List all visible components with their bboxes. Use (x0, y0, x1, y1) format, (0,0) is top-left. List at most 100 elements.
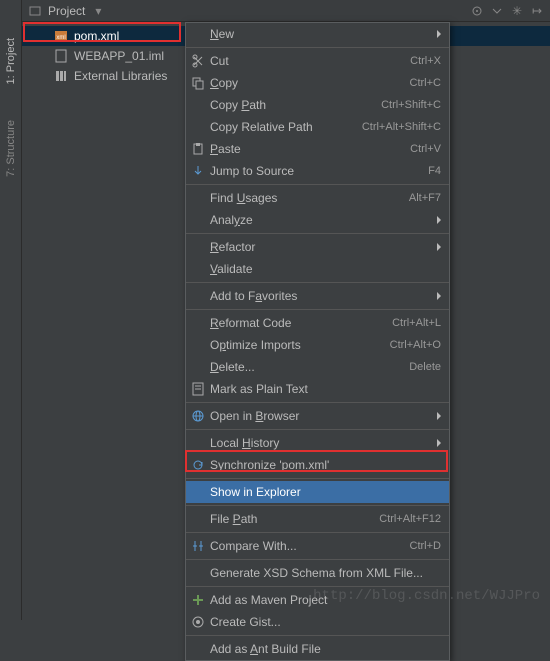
menu-open-in-browser[interactable]: Open in Browser (186, 405, 449, 427)
menu-cut[interactable]: CutCtrl+X (186, 50, 449, 72)
menu-shortcut: Ctrl+Shift+C (381, 99, 441, 111)
panel-icon (28, 4, 42, 18)
menu-separator (186, 282, 449, 283)
menu-separator (186, 233, 449, 234)
tree-item-label: WEBAPP_01.iml (74, 49, 164, 63)
submenu-arrow-icon (437, 292, 441, 300)
context-menu: NewCutCtrl+XCopyCtrl+CCopy PathCtrl+Shif… (185, 22, 450, 661)
menu-new[interactable]: New (186, 23, 449, 45)
menu-shortcut: Delete (409, 361, 441, 373)
collapse-icon[interactable] (490, 4, 504, 18)
menu-refactor[interactable]: Refactor (186, 236, 449, 258)
menu-item-label: Copy Relative Path (210, 120, 362, 134)
compare-icon (190, 538, 206, 554)
menu-separator (186, 586, 449, 587)
menu-item-label: Copy Path (210, 98, 381, 112)
gear-icon[interactable]: ✳ (510, 4, 524, 18)
menu-add-as-ant-build-file[interactable]: Add as Ant Build File (186, 638, 449, 660)
submenu-arrow-icon (437, 243, 441, 251)
menu-reformat-code[interactable]: Reformat CodeCtrl+Alt+L (186, 312, 449, 334)
menu-separator (186, 184, 449, 185)
menu-item-label: Open in Browser (210, 409, 433, 423)
submenu-arrow-icon (437, 30, 441, 38)
menu-shortcut: Ctrl+Alt+L (392, 317, 441, 329)
lib-icon (54, 69, 68, 83)
menu-generate-xsd-schema-from-xml-file[interactable]: Generate XSD Schema from XML File... (186, 562, 449, 584)
menu-add-to-favorites[interactable]: Add to Favorites (186, 285, 449, 307)
menu-separator (186, 532, 449, 533)
menu-copy-path[interactable]: Copy PathCtrl+Shift+C (186, 94, 449, 116)
menu-separator (186, 559, 449, 560)
menu-shortcut: Ctrl+Alt+O (390, 339, 441, 351)
menu-shortcut: Ctrl+D (410, 540, 441, 552)
menu-item-label: Optimize Imports (210, 338, 390, 352)
menu-item-label: Create Gist... (210, 615, 441, 629)
hide-icon[interactable]: ↦ (530, 4, 544, 18)
file-icon (54, 49, 68, 63)
menu-item-label: Refactor (210, 240, 433, 254)
menu-item-label: Copy (210, 76, 410, 90)
panel-title: Project (48, 4, 85, 18)
menu-shortcut: Ctrl+Alt+Shift+C (362, 121, 441, 133)
globe-icon (190, 408, 206, 424)
tab-project[interactable]: 1: Project (3, 30, 19, 92)
menu-item-label: Reformat Code (210, 316, 392, 330)
menu-shortcut: Ctrl+C (410, 77, 441, 89)
menu-item-label: Cut (210, 54, 410, 68)
highlight-show-in-explorer (185, 450, 448, 472)
menu-optimize-imports[interactable]: Optimize ImportsCtrl+Alt+O (186, 334, 449, 356)
menu-item-label: Find Usages (210, 191, 409, 205)
menu-file-path[interactable]: File PathCtrl+Alt+F12 (186, 508, 449, 530)
menu-shortcut: Ctrl+X (410, 55, 441, 67)
menu-separator (186, 47, 449, 48)
menu-item-label: Analyze (210, 213, 433, 227)
chevron-down-icon[interactable]: ▾ (91, 4, 105, 18)
menu-item-label: File Path (210, 512, 379, 526)
menu-copy-relative-path[interactable]: Copy Relative PathCtrl+Alt+Shift+C (186, 116, 449, 138)
menu-delete[interactable]: Delete...Delete (186, 356, 449, 378)
submenu-arrow-icon (437, 439, 441, 447)
copy-icon (190, 75, 206, 91)
cut-icon (190, 53, 206, 69)
menu-item-label: Delete... (210, 360, 409, 374)
menu-show-in-explorer[interactable]: Show in Explorer (186, 481, 449, 503)
menu-paste[interactable]: PasteCtrl+V (186, 138, 449, 160)
menu-item-label: Validate (210, 262, 441, 276)
tab-structure[interactable]: 7: Structure (3, 112, 19, 185)
gist-icon (190, 614, 206, 630)
menu-item-label: Local History (210, 436, 433, 450)
menu-item-label: Add to Favorites (210, 289, 433, 303)
menu-add-as-maven-project[interactable]: Add as Maven Project (186, 589, 449, 611)
menu-shortcut: Ctrl+V (410, 143, 441, 155)
menu-validate[interactable]: Validate (186, 258, 449, 280)
menu-compare-with[interactable]: Compare With...Ctrl+D (186, 535, 449, 557)
menu-item-label: Show in Explorer (210, 485, 441, 499)
menu-shortcut: F4 (428, 165, 441, 177)
menu-find-usages[interactable]: Find UsagesAlt+F7 (186, 187, 449, 209)
project-panel-header: Project ▾ ✳ ↦ (22, 0, 550, 22)
menu-separator (186, 635, 449, 636)
menu-jump-to-source[interactable]: Jump to SourceF4 (186, 160, 449, 182)
tree-item-label: External Libraries (74, 69, 167, 83)
plus-icon (190, 592, 206, 608)
menu-item-label: Jump to Source (210, 164, 428, 178)
jump-icon (190, 163, 206, 179)
menu-mark-as-plain-text[interactable]: Mark as Plain Text (186, 378, 449, 400)
menu-analyze[interactable]: Analyze (186, 209, 449, 231)
menu-item-label: Add as Maven Project (210, 593, 441, 607)
submenu-arrow-icon (437, 412, 441, 420)
submenu-arrow-icon (437, 216, 441, 224)
target-icon[interactable] (470, 4, 484, 18)
menu-item-label: Paste (210, 142, 410, 156)
paste-icon (190, 141, 206, 157)
tool-window-tabs: 1: Project 7: Structure (0, 0, 22, 620)
menu-separator (186, 478, 449, 479)
menu-separator (186, 505, 449, 506)
menu-copy[interactable]: CopyCtrl+C (186, 72, 449, 94)
menu-item-label: New (210, 27, 433, 41)
highlight-pom (23, 22, 181, 42)
menu-separator (186, 429, 449, 430)
menu-create-gist[interactable]: Create Gist... (186, 611, 449, 633)
menu-item-label: Compare With... (210, 539, 410, 553)
menu-item-label: Add as Ant Build File (210, 642, 441, 656)
